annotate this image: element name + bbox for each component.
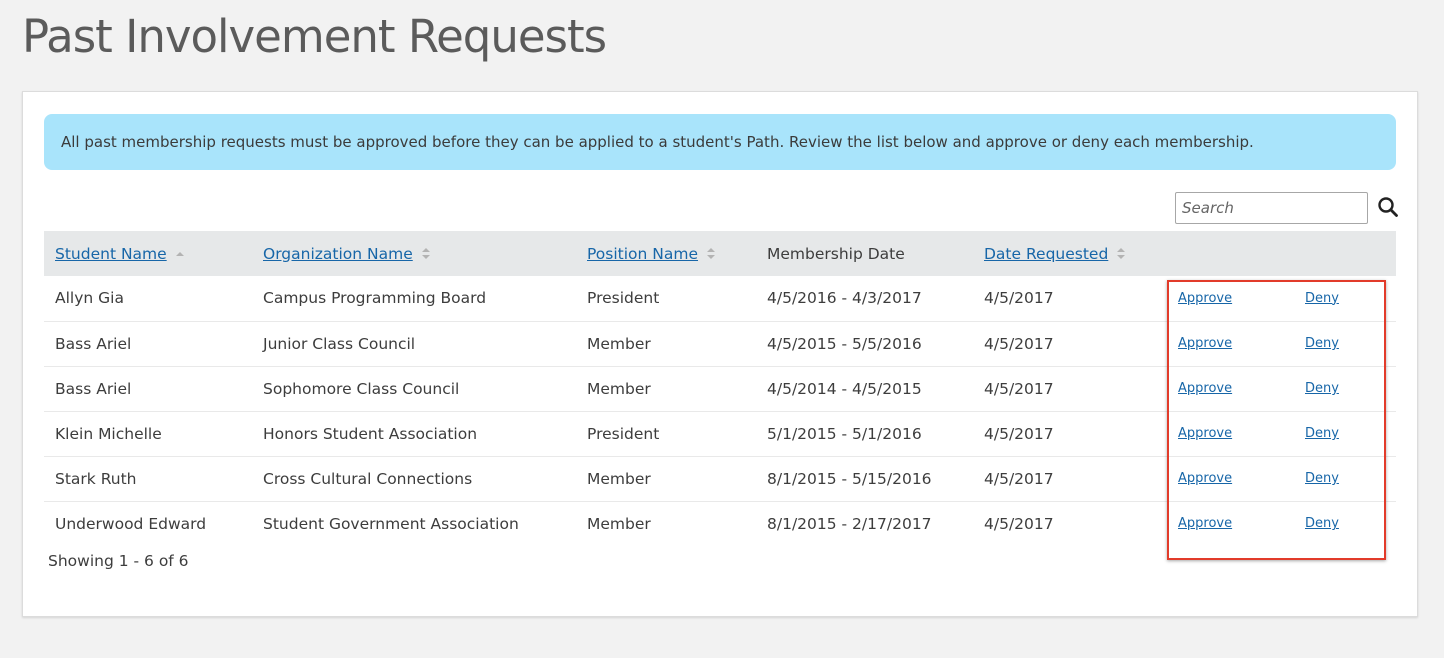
position-cell: Member: [587, 379, 651, 398]
approve-cell: Approve: [1167, 411, 1294, 456]
approve-cell: Approve: [1167, 366, 1294, 411]
organization-cell: Honors Student Association: [263, 424, 478, 443]
table-row: Underwood Edward Student Government Asso…: [44, 501, 1396, 546]
deny-cell: Deny: [1294, 501, 1396, 546]
deny-link[interactable]: Deny: [1305, 471, 1339, 486]
approve-link[interactable]: Approve: [1178, 336, 1232, 351]
deny-link[interactable]: Deny: [1305, 381, 1339, 396]
approve-link[interactable]: Approve: [1178, 471, 1232, 486]
membership-date-cell: 5/1/2015 - 5/1/2016: [767, 424, 922, 443]
position-cell: Member: [587, 334, 651, 353]
sort-icon[interactable]: [706, 248, 716, 260]
header-actions-approve: [1167, 231, 1294, 276]
student-name-cell: Underwood Edward: [55, 514, 207, 533]
table-header-row: Student Name Organization Name Position …: [44, 231, 1396, 276]
membership-date-cell: 8/1/2015 - 5/15/2016: [767, 469, 932, 488]
date-requested-cell: 4/5/2017: [984, 469, 1054, 488]
organization-cell: Sophomore Class Council: [263, 379, 460, 398]
date-requested-cell: 4/5/2017: [984, 379, 1054, 398]
header-student-name: Student Name: [44, 231, 252, 276]
approve-cell: Approve: [1167, 321, 1294, 366]
sort-date-requested-link[interactable]: Date Requested: [984, 245, 1108, 263]
search-icon[interactable]: [1377, 196, 1399, 218]
date-requested-cell: 4/5/2017: [984, 424, 1054, 443]
organization-cell: Campus Programming Board: [263, 289, 487, 308]
page-title: Past Involvement Requests: [22, 10, 607, 63]
membership-date-cell: 4/5/2015 - 5/5/2016: [767, 334, 922, 353]
student-name-cell: Bass Ariel: [55, 334, 132, 353]
deny-cell: Deny: [1294, 276, 1396, 321]
sort-organization-name-link[interactable]: Organization Name: [263, 245, 413, 263]
header-organization-name: Organization Name: [252, 231, 576, 276]
header-membership-date: Membership Date: [767, 244, 905, 263]
sort-position-name-link[interactable]: Position Name: [587, 245, 698, 263]
membership-date-cell: 4/5/2014 - 4/5/2015: [767, 379, 922, 398]
table-row: Stark Ruth Cross Cultural Connections Me…: [44, 456, 1396, 501]
info-alert: All past membership requests must be app…: [44, 114, 1396, 170]
approve-cell: Approve: [1167, 501, 1294, 546]
position-cell: President: [587, 424, 660, 443]
date-requested-cell: 4/5/2017: [984, 334, 1054, 353]
pagination-summary: Showing 1 - 6 of 6: [48, 552, 189, 570]
organization-cell: Cross Cultural Connections: [263, 469, 473, 488]
requests-table: Student Name Organization Name Position …: [44, 231, 1396, 546]
sort-student-name-link[interactable]: Student Name: [55, 245, 167, 263]
deny-link[interactable]: Deny: [1305, 291, 1339, 306]
deny-link[interactable]: Deny: [1305, 516, 1339, 531]
deny-cell: Deny: [1294, 411, 1396, 456]
student-name-cell: Allyn Gia: [55, 289, 124, 308]
position-cell: Member: [587, 514, 651, 533]
deny-cell: Deny: [1294, 456, 1396, 501]
deny-cell: Deny: [1294, 321, 1396, 366]
student-name-cell: Bass Ariel: [55, 379, 132, 398]
deny-cell: Deny: [1294, 366, 1396, 411]
position-cell: President: [587, 289, 660, 308]
requests-panel: All past membership requests must be app…: [22, 91, 1418, 617]
search-container: [1175, 192, 1398, 224]
student-name-cell: Stark Ruth: [55, 469, 137, 488]
approve-cell: Approve: [1167, 456, 1294, 501]
date-requested-cell: 4/5/2017: [984, 514, 1054, 533]
sort-ascending-icon[interactable]: [175, 248, 185, 260]
position-cell: Member: [587, 469, 651, 488]
approve-link[interactable]: Approve: [1178, 381, 1232, 396]
approve-link[interactable]: Approve: [1178, 516, 1232, 531]
date-requested-cell: 4/5/2017: [984, 289, 1054, 308]
header-position-name: Position Name: [576, 231, 756, 276]
organization-cell: Junior Class Council: [263, 334, 416, 353]
search-input[interactable]: [1175, 192, 1368, 224]
header-date-requested: Date Requested: [973, 231, 1167, 276]
membership-date-cell: 8/1/2015 - 2/17/2017: [767, 514, 932, 533]
table-row: Allyn Gia Campus Programming Board Presi…: [44, 276, 1396, 321]
membership-date-cell: 4/5/2016 - 4/3/2017: [767, 289, 922, 308]
student-name-cell: Klein Michelle: [55, 424, 162, 443]
approve-link[interactable]: Approve: [1178, 291, 1232, 306]
approve-link[interactable]: Approve: [1178, 426, 1232, 441]
table-row: Bass Ariel Sophomore Class Council Membe…: [44, 366, 1396, 411]
deny-link[interactable]: Deny: [1305, 336, 1339, 351]
table-row: Bass Ariel Junior Class Council Member 4…: [44, 321, 1396, 366]
sort-icon[interactable]: [421, 248, 431, 260]
deny-link[interactable]: Deny: [1305, 426, 1339, 441]
table-row: Klein Michelle Honors Student Associatio…: [44, 411, 1396, 456]
approve-cell: Approve: [1167, 276, 1294, 321]
header-actions-deny: [1294, 231, 1396, 276]
sort-icon[interactable]: [1116, 248, 1126, 260]
organization-cell: Student Government Association: [263, 514, 519, 533]
